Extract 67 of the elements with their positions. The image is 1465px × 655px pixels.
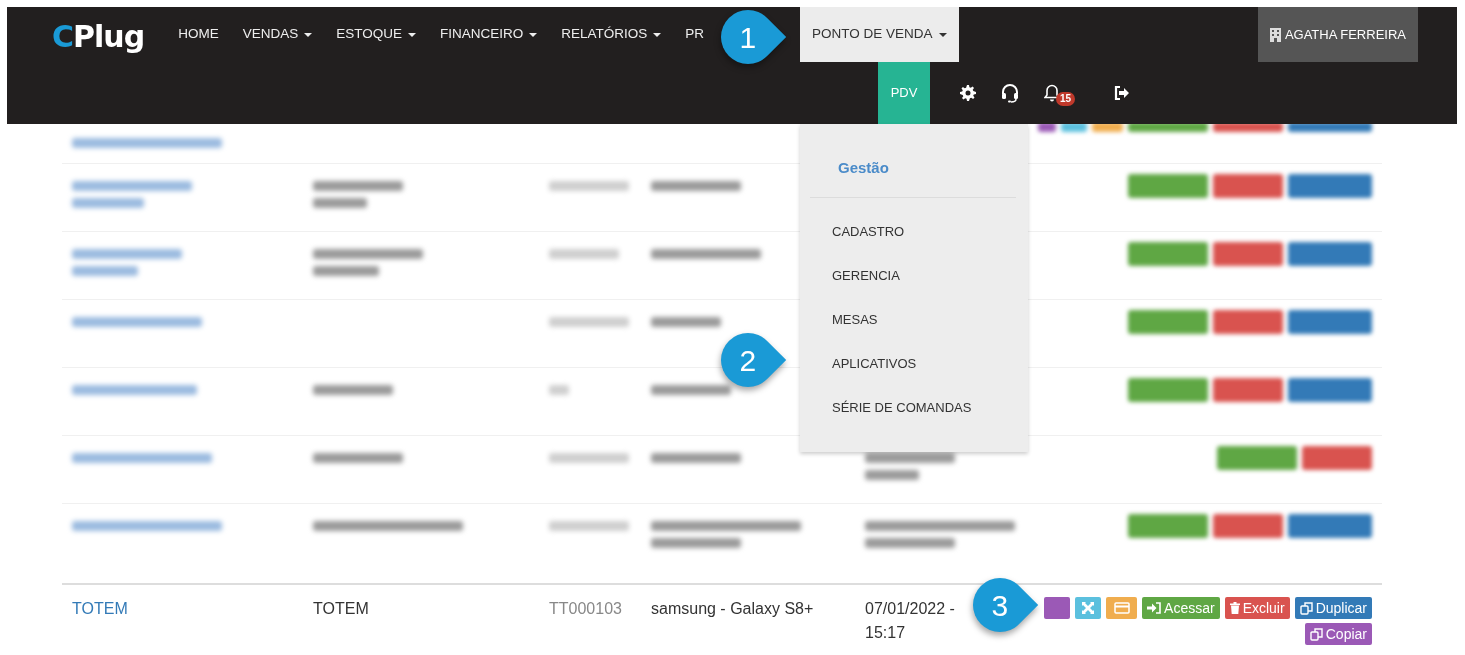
- trash-icon: [1229, 602, 1240, 614]
- menu-item[interactable]: ESTOQUE: [324, 7, 428, 62]
- dropdown-item[interactable]: SÉRIE DE COMANDAS: [800, 400, 1028, 416]
- blurred-button[interactable]: [1213, 242, 1283, 266]
- card-icon: [1113, 602, 1130, 614]
- dropdown-item[interactable]: APLICATIVOS: [800, 356, 1028, 372]
- blurred-button[interactable]: [1302, 446, 1372, 470]
- blurred-text: [651, 317, 721, 327]
- blurred-button[interactable]: [1288, 174, 1372, 198]
- dropdown-item[interactable]: MESAS: [800, 312, 1028, 328]
- date-cell: 07/01/2022 - 15:17: [865, 600, 955, 641]
- blurred-button[interactable]: [1288, 514, 1372, 538]
- blurred-button[interactable]: [1038, 124, 1056, 132]
- blurred-text: [549, 249, 619, 259]
- building-icon: [1269, 27, 1281, 42]
- sign-in-icon: [1147, 602, 1162, 614]
- dropdown-header: Gestão: [838, 159, 890, 177]
- blurred-button[interactable]: [1288, 124, 1372, 132]
- copy-button[interactable]: Copiar: [1304, 623, 1372, 645]
- blurred-button[interactable]: [1213, 174, 1283, 198]
- blurred-button[interactable]: [1217, 446, 1297, 470]
- device-name-link[interactable]: TOTEM: [72, 600, 128, 617]
- blurred-button[interactable]: [1213, 124, 1283, 132]
- logo[interactable]: CPlug: [52, 15, 145, 62]
- expand-button[interactable]: [1075, 597, 1102, 619]
- copy-icon: [1309, 627, 1323, 641]
- blurred-button[interactable]: [1288, 242, 1372, 266]
- headset-icon: [1000, 83, 1020, 103]
- menu-item[interactable]: RELATÓRIOS: [549, 7, 674, 62]
- type-cell: TOTEM: [313, 600, 369, 617]
- blurred-button[interactable]: [1288, 378, 1372, 402]
- blurred-button[interactable]: [1213, 378, 1283, 402]
- blurred-button[interactable]: [1128, 514, 1208, 538]
- duplicate-button[interactable]: Duplicar: [1294, 597, 1372, 619]
- code-cell: TT000103: [549, 600, 622, 617]
- blurred-text: [72, 266, 138, 276]
- blurred-button[interactable]: [1128, 174, 1208, 198]
- menu-item[interactable]: FINANCEIRO: [427, 7, 550, 62]
- settings-icon: [960, 85, 976, 101]
- blurred-button[interactable]: [1128, 378, 1208, 402]
- blurred-text: [865, 470, 919, 480]
- more-button[interactable]: [1044, 597, 1071, 619]
- blurred-text: [72, 198, 144, 208]
- blurred-button[interactable]: [1128, 242, 1208, 266]
- bell-icon: [1044, 84, 1060, 102]
- user-menu-button[interactable]: AGATHA FERREIRA: [1257, 7, 1418, 62]
- menu-item[interactable]: PONTO DE VENDA: [800, 7, 959, 62]
- menu-item[interactable]: VENDAS: [230, 7, 325, 62]
- blurred-button[interactable]: [1213, 514, 1283, 538]
- blurred-text: [549, 385, 569, 395]
- blurred-button[interactable]: [1061, 124, 1087, 132]
- blurred-button[interactable]: [1213, 310, 1283, 334]
- blurred-text: [313, 266, 379, 276]
- dropdown-item[interactable]: GERENCIA: [800, 268, 1028, 284]
- logout-icon: [1114, 86, 1130, 100]
- blurred-button[interactable]: [1128, 310, 1208, 334]
- expand-icon: [1082, 602, 1095, 614]
- menu-item[interactable]: HOME: [166, 7, 231, 62]
- delete-button[interactable]: Excluir: [1224, 597, 1290, 619]
- blurred-button[interactable]: [1288, 310, 1372, 334]
- notification-badge: 15: [1056, 92, 1076, 106]
- copy-icon: [1299, 601, 1313, 615]
- dropdown-item[interactable]: CADASTRO: [800, 224, 1028, 240]
- card-button[interactable]: [1106, 597, 1138, 619]
- model-cell: samsung - Galaxy S8+: [651, 600, 814, 617]
- blurred-text: [313, 198, 367, 208]
- blurred-button[interactable]: [1092, 124, 1123, 132]
